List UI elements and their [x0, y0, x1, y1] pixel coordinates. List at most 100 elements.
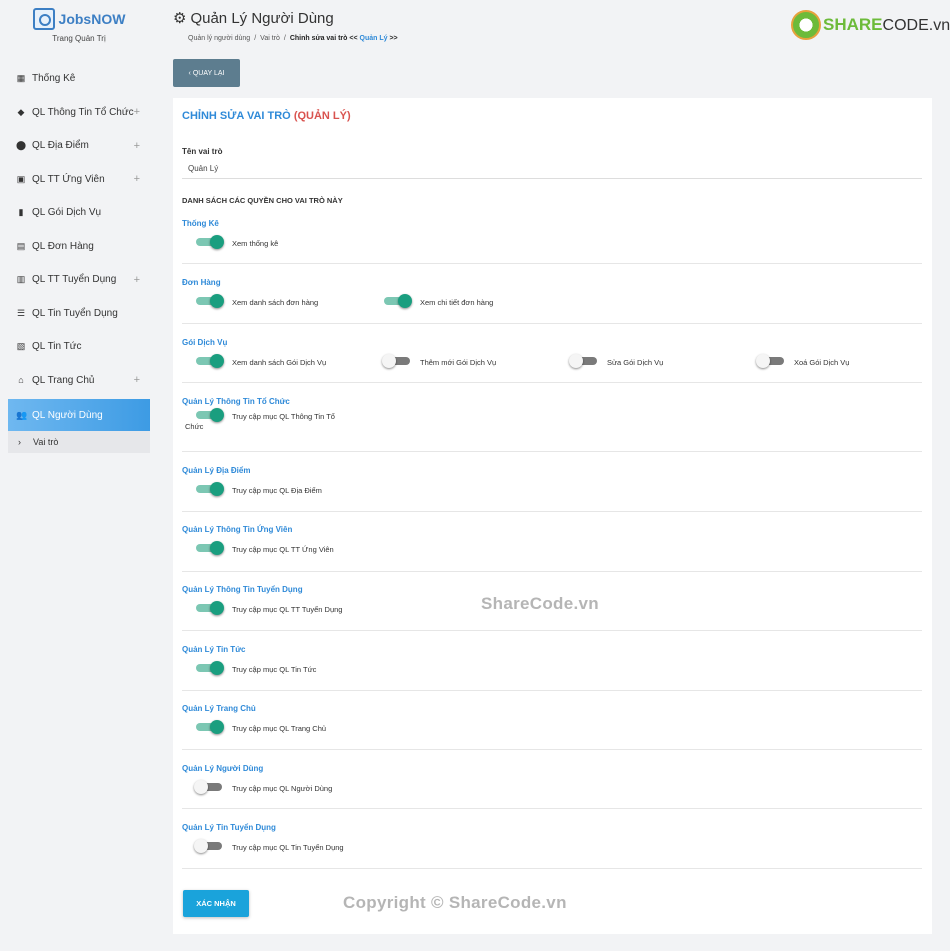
permission-toggle[interactable]: [756, 354, 786, 368]
toggle-knob: [210, 354, 224, 368]
sidebar-item-label: QL Tin Tuyển Dụng: [32, 307, 118, 319]
back-button[interactable]: ‹ QUAY LẠI: [173, 59, 240, 87]
permission-item: Xem thống kê: [194, 235, 278, 249]
permission-group-title: Quản Lý Thông Tin Tuyển Dụng: [182, 585, 303, 594]
permission-label-wrap: Chức: [185, 422, 204, 431]
sidebar-item-label: QL Thông Tin Tổ Chức: [32, 106, 134, 118]
sharecode-logo-icon: [791, 10, 821, 40]
permission-toggle[interactable]: [194, 294, 224, 308]
toggle-knob: [210, 294, 224, 308]
permission-item: Truy cập mục QL Thông Tin Tổ: [194, 408, 350, 422]
role-name-input[interactable]: [182, 159, 922, 179]
permission-toggle[interactable]: [382, 294, 412, 308]
jobsnow-logo-icon: [32, 8, 55, 30]
permission-label: Truy cập mục QL Tin Tuyển Dụng: [232, 843, 344, 852]
sidebar-item[interactable]: ▣ QL TT Ứng Viên +: [8, 163, 150, 197]
brand[interactable]: JobsNOW Trang Quản Trị: [0, 8, 158, 43]
plus-icon[interactable]: +: [134, 274, 140, 286]
sidebar-item[interactable]: ▤ QL Đơn Hàng: [8, 230, 150, 264]
sidebar-subitem-roles[interactable]: › Vai trò: [8, 431, 150, 453]
sidebar-item-label: QL Gói Dịch Vụ: [32, 207, 102, 219]
permission-item: Truy cập mục QL Địa Điểm: [194, 482, 322, 496]
toggle-knob: [194, 839, 208, 853]
sidebar-item[interactable]: ▮ QL Gói Dịch Vụ: [8, 196, 150, 230]
permission-group: Quản Lý Tin Tức Truy cập mục QL Tin Tức: [182, 642, 922, 691]
breadcrumb-suffix: >>: [389, 35, 398, 42]
sidebar-item-label: QL Người Dùng: [32, 409, 103, 421]
permission-item: Sửa Gói Dịch Vụ: [569, 354, 663, 368]
permission-item: Truy cập mục QL Trang Chủ: [194, 720, 326, 734]
watermark-center: ShareCode.vn: [481, 594, 599, 613]
sidebar-item[interactable]: 👥 QL Người Dùng: [8, 399, 150, 431]
permission-item: Truy cập mục QL TT Ứng Viên: [194, 541, 334, 555]
permission-toggle[interactable]: [194, 482, 224, 496]
permission-group-title: Quản Lý Người Dùng: [182, 764, 264, 773]
breadcrumb-role: Quản Lý: [359, 35, 388, 42]
sidebar-item-label: QL TT Ứng Viên: [32, 173, 105, 185]
permission-label: Xem thống kê: [232, 239, 279, 248]
sidebar-item-label: Thống Kê: [32, 73, 76, 85]
sidebar: JobsNOW Trang Quản Trị ▦ Thống Kê ◆ QL Thôn…: [0, 0, 158, 951]
permission-toggle[interactable]: [569, 354, 599, 368]
clipboard-icon: ▥: [16, 274, 26, 285]
plus-icon[interactable]: +: [134, 173, 140, 185]
permission-item: Truy cập mục QL Tin Tuyển Dụng: [194, 839, 344, 853]
toggle-knob: [210, 482, 224, 496]
plus-icon[interactable]: +: [134, 106, 140, 118]
permission-label: Sửa Gói Dịch Vụ: [607, 358, 664, 367]
toggle-knob: [569, 354, 583, 368]
permission-toggle[interactable]: [194, 235, 224, 249]
sidebar-item[interactable]: ⬤ QL Địa Điểm +: [8, 129, 150, 163]
permission-label: Truy cập mục QL Thông Tin Tổ: [232, 412, 335, 421]
permission-label: Truy cập mục QL Địa Điểm: [232, 486, 322, 495]
card-title: CHỈNH SỬA VAI TRÒ (QUẢN LÝ): [182, 110, 351, 122]
chevron-right-icon: ›: [18, 437, 21, 447]
plus-icon[interactable]: +: [134, 374, 140, 386]
permission-toggle[interactable]: [194, 839, 224, 853]
permission-toggle[interactable]: [194, 408, 224, 422]
breadcrumb-separator: /: [254, 35, 257, 42]
submit-button[interactable]: XÁC NHẬN: [183, 890, 249, 917]
toggle-knob: [210, 541, 224, 555]
breadcrumb-current: Chỉnh sửa vai trò <<: [289, 35, 358, 42]
chevron-left-icon: ‹: [188, 69, 191, 77]
permission-item: Truy cập mục QL Tin Tức: [194, 661, 316, 675]
permission-group: Quản Lý Trang Chủ Truy cập mục QL Trang C…: [182, 701, 922, 750]
permission-group-title: Thống Kê: [182, 219, 219, 228]
permission-toggle[interactable]: [194, 354, 224, 368]
permission-toggle[interactable]: [194, 661, 224, 675]
plus-icon[interactable]: +: [134, 140, 140, 152]
breadcrumb-roles[interactable]: Vai trò: [260, 35, 280, 42]
toggle-knob: [382, 354, 396, 368]
breadcrumb: Quản lý người dùng / Vai trò / Chỉnh sửa vai…: [188, 35, 398, 42]
permission-label: Xoá Gói Dịch Vụ: [794, 358, 850, 367]
sidebar-item[interactable]: ☰ QL Tin Tuyển Dụng: [8, 297, 150, 331]
permission-item: Xem danh sách Gói Dịch Vụ: [194, 354, 326, 368]
permission-label: Truy cập mục QL TT Tuyển Dụng: [232, 605, 343, 614]
permission-item: Xem chi tiết đơn hàng: [382, 294, 493, 308]
permission-toggle[interactable]: [194, 720, 224, 734]
sharecode-logo-highlight: SHARE: [823, 15, 883, 34]
permission-label: Xem chi tiết đơn hàng: [420, 298, 494, 307]
breadcrumb-users[interactable]: Quản lý người dùng: [188, 35, 250, 42]
permission-group-title: Quản Lý Tin Tuyển Dụng: [182, 823, 276, 832]
permission-label: Truy cập mục QL Người Dùng: [232, 784, 333, 793]
sidebar-item[interactable]: ▥ QL TT Tuyển Dụng +: [8, 263, 150, 297]
page-title-text: Quản Lý Người Dùng: [190, 9, 334, 27]
toggle-knob: [194, 780, 208, 794]
permission-label: Xem danh sách đơn hàng: [232, 298, 319, 307]
permission-group-title: Gói Dịch Vụ: [182, 338, 228, 347]
map-marker-icon: ⬤: [16, 140, 27, 151]
permission-toggle[interactable]: [194, 601, 224, 615]
brand-subtitle: Trang Quản Trị: [52, 34, 106, 43]
permission-toggle[interactable]: [194, 780, 224, 794]
sidebar-item[interactable]: ▦ Thống Kê: [8, 62, 150, 96]
permission-toggle[interactable]: [194, 541, 224, 555]
permission-group-title: Quản Lý Thông Tin Tổ Chức: [182, 397, 290, 406]
sidebar-item[interactable]: ⌂ QL Trang Chủ +: [8, 364, 150, 398]
sidebar-item[interactable]: ◆ QL Thông Tin Tổ Chức +: [8, 96, 150, 130]
sidebar-item[interactable]: ▧ QL Tin Tức: [8, 330, 150, 364]
permission-toggle[interactable]: [382, 354, 412, 368]
permission-group: Quản Lý Thông Tin Ứng Viên Truy cập mục Q…: [182, 522, 922, 572]
permission-label: Truy cập mục QL Trang Chủ: [232, 724, 327, 733]
